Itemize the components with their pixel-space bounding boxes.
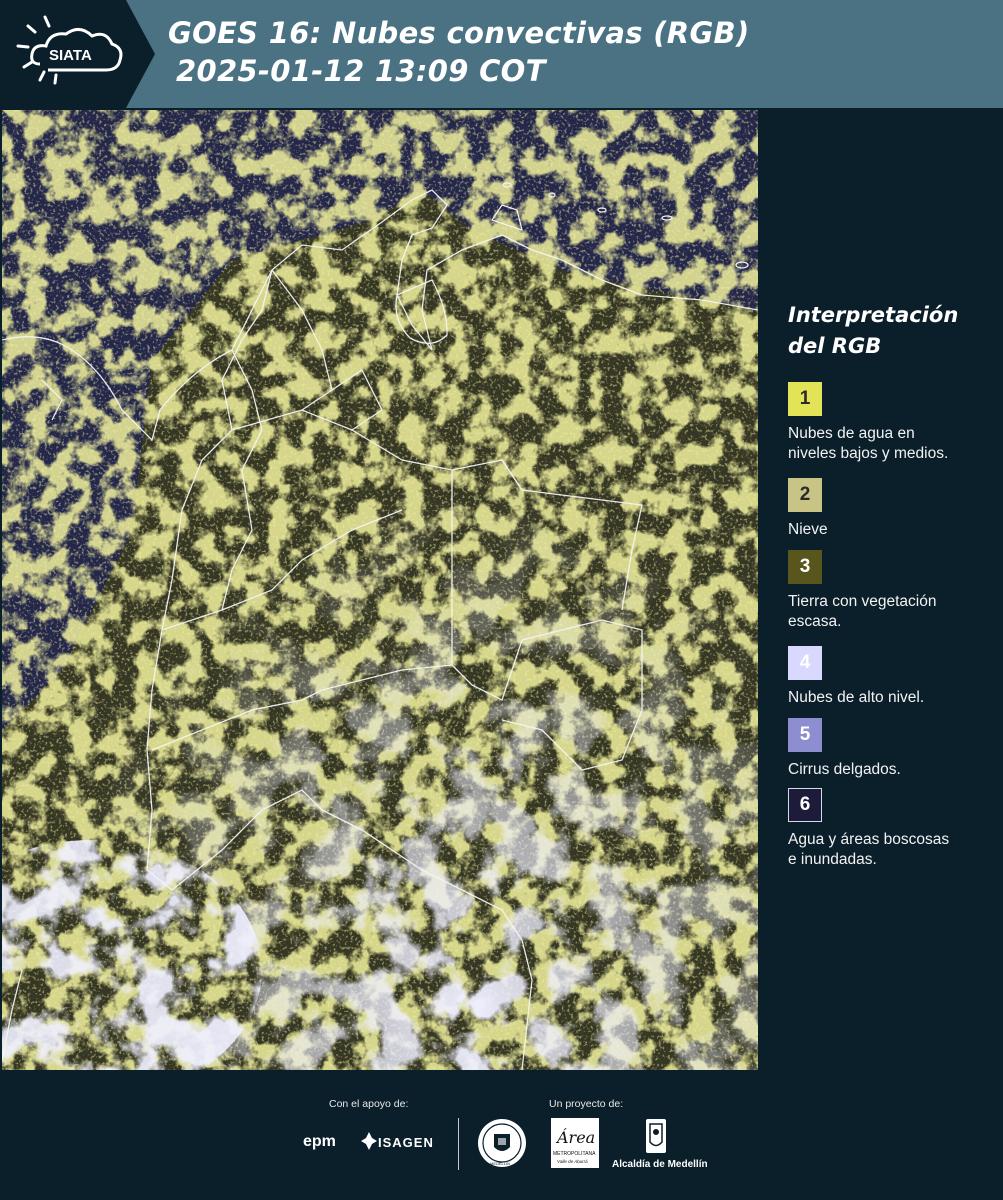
legend-title-line-1: Interpretación: [788, 303, 959, 327]
legend-label: Cirrus delgados.: [788, 760, 988, 780]
legend-title-line-2: del RGB: [788, 334, 882, 358]
header-bar: SIATA GOES 16: Nubes convectivas (RGB) 2…: [0, 0, 1003, 108]
area-logo-sub2: Valle de Aburrá: [557, 1159, 588, 1164]
legend-label-line-1: Tierra con vegetación: [788, 593, 937, 610]
legend-swatch: 5: [788, 718, 822, 752]
legend-swatch: 6: [788, 788, 822, 822]
legend-swatch: 4: [788, 646, 822, 680]
title-line-2: 2025-01-12 13:09 COT: [176, 54, 546, 88]
legend-item-6: 6 Agua y áreas boscosas e inundadas.: [788, 788, 988, 870]
legend-item-4: 4 Nubes de alto nivel.: [788, 646, 988, 708]
support-caption: Con el apoyo de:: [329, 1098, 409, 1110]
footer: Con el apoyo de: Un proyecto de: epm ISA…: [0, 1070, 1003, 1200]
legend-label-line-1: Cirrus delgados.: [788, 761, 901, 778]
satellite-map: [2, 110, 758, 1070]
legend-label-line-2: e inundadas.: [788, 851, 877, 868]
area-logo-sub: METROPOLITANA: [553, 1151, 596, 1157]
legend-label-line-1: Agua y áreas boscosas: [788, 831, 950, 848]
logo-text: SIATA: [49, 47, 92, 64]
epm-logo: epm: [303, 1133, 336, 1150]
legend-swatch: 1: [788, 382, 822, 416]
legend-label: Tierra con vegetación escasa.: [788, 592, 988, 632]
legend-label: Agua y áreas boscosas e inundadas.: [788, 830, 988, 870]
legend-label-line-2: niveles bajos y medios.: [788, 445, 949, 462]
legend-item-3: 3 Tierra con vegetación escasa.: [788, 550, 988, 632]
area-metropolitana-logo: Área METROPOLITANA Valle de Aburrá: [551, 1118, 599, 1168]
legend-item-1: 1 Nubes de agua en niveles bajos y medios.: [788, 382, 988, 464]
isagen-logo: [361, 1132, 377, 1154]
legend-item-2: 2 Nieve: [788, 478, 988, 540]
legend: Interpretación del RGB 1 Nubes de agua en…: [770, 300, 995, 868]
legend-label-line-1: Nubes de alto nivel.: [788, 689, 925, 706]
alcaldia-text: Alcaldía de Medellín: [612, 1159, 708, 1170]
legend-swatch: 3: [788, 550, 822, 584]
area-logo-title: Área: [557, 1128, 596, 1147]
legend-label: Nubes de agua en niveles bajos y medios.: [788, 424, 988, 464]
title-line-1: GOES 16: Nubes convectivas (RGB): [168, 16, 750, 50]
project-caption: Un proyecto de:: [549, 1098, 624, 1110]
legend-label: Nieve: [788, 520, 988, 540]
medellin-seal-text: MEDELLÍN: [490, 1161, 511, 1166]
alcaldia-crest: [645, 1118, 667, 1158]
legend-label-line-1: Nieve: [788, 521, 828, 538]
footer-divider: [458, 1118, 459, 1170]
legend-title: Interpretación del RGB: [788, 300, 995, 362]
legend-item-5: 5 Cirrus delgados.: [788, 718, 988, 780]
siata-logo: SIATA: [0, 0, 155, 108]
legend-label: Nubes de alto nivel.: [788, 688, 988, 708]
legend-label-line-1: Nubes de agua en: [788, 425, 915, 442]
isagen-icon: [361, 1132, 377, 1150]
legend-swatch: 2: [788, 478, 822, 512]
legend-label-line-2: escasa.: [788, 613, 842, 630]
page-title: GOES 16: Nubes convectivas (RGB) 2025-01…: [168, 14, 750, 90]
isagen-text: ISAGEN: [378, 1135, 434, 1150]
